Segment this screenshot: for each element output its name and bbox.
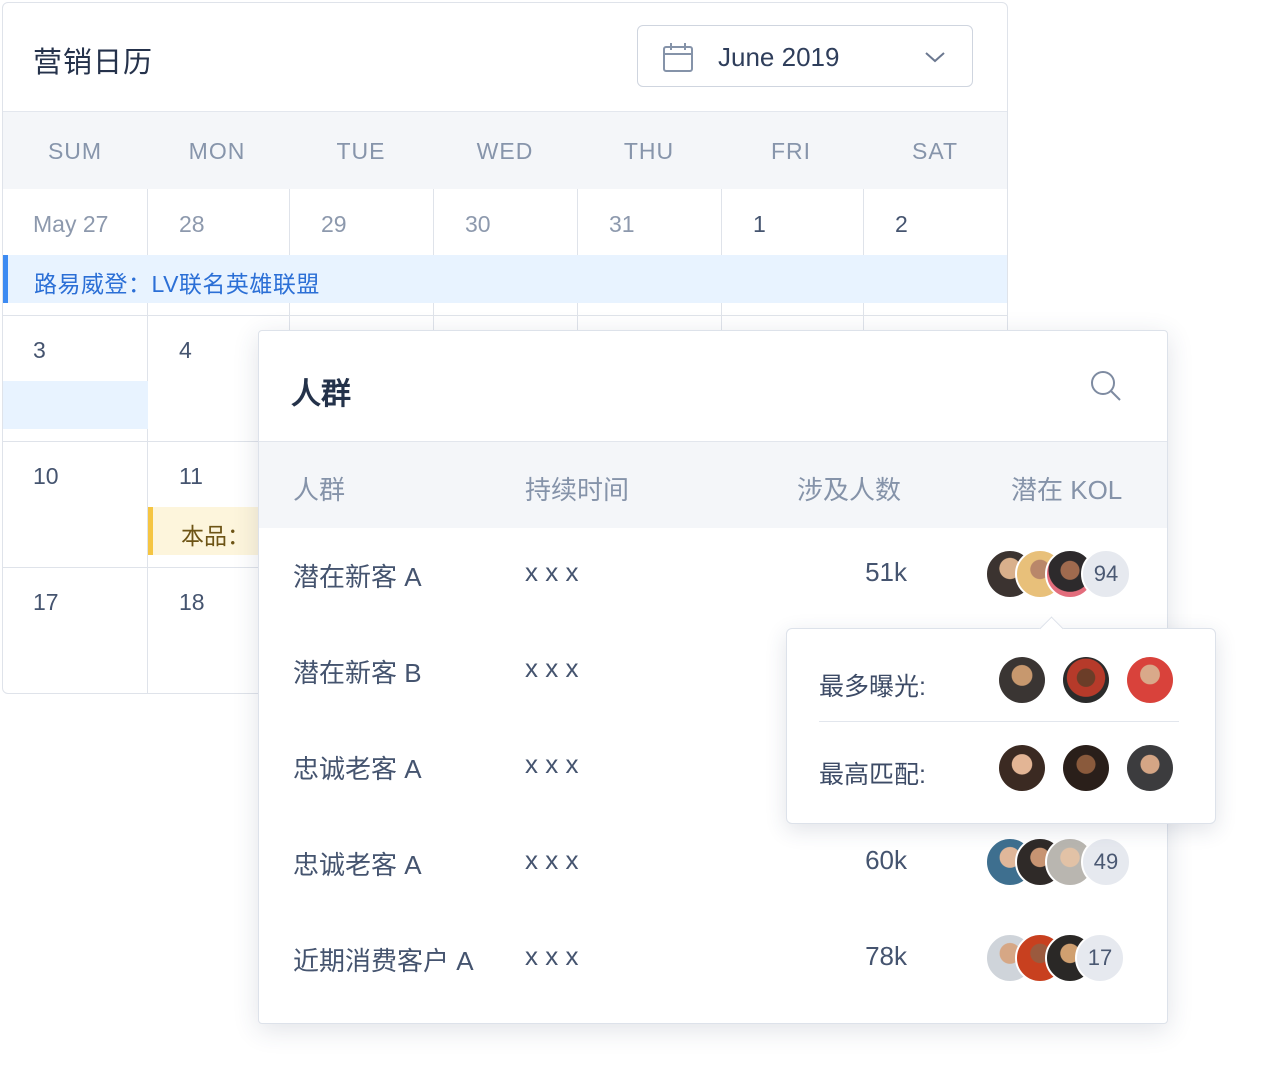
table-row[interactable]: 近期消费客户 A x x x 78k 17	[259, 911, 1167, 1007]
duration: x x x	[525, 653, 579, 683]
table-row[interactable]: 忠诚老客 A x x x 60k 49	[259, 815, 1167, 911]
calendar-event-lv[interactable]: 路易威登：LV联名英雄联盟	[3, 255, 1007, 303]
audience-count: 51k	[865, 557, 907, 587]
column-header-kol: 潜在 KOL	[1011, 475, 1123, 505]
audience-count: 60k	[865, 845, 907, 875]
column-header-count: 涉及人数	[797, 475, 902, 505]
avatar[interactable]	[1127, 745, 1173, 791]
day-cell[interactable]: 1	[753, 211, 766, 238]
table-header: 人群 持续时间 涉及人数 潜在 KOL	[259, 441, 1167, 528]
audience-name: 忠诚老客 A	[293, 850, 422, 880]
avatar[interactable]	[1063, 657, 1109, 703]
popover-divider	[819, 721, 1179, 722]
weekday-thu: THU	[623, 138, 675, 164]
avatar[interactable]	[999, 745, 1045, 791]
calendar-title: 营销日历	[33, 47, 154, 79]
day-cell[interactable]: 11	[179, 463, 203, 490]
day-cell[interactable]: 29	[321, 211, 347, 238]
event-label: 路易威登：LV联名英雄联盟	[34, 271, 320, 297]
kol-count-badge: 17	[1075, 933, 1125, 983]
day-cell[interactable]: 18	[179, 589, 205, 616]
weekday-mon: MON	[188, 138, 246, 164]
day-cell[interactable]: 10	[33, 463, 59, 490]
day-cell[interactable]: May 27	[33, 211, 108, 238]
weekday-wed: WED	[476, 138, 534, 164]
best-match-label: 最高匹配:	[819, 761, 926, 789]
avatar[interactable]	[1063, 745, 1109, 791]
panel-title: 人群	[291, 378, 351, 411]
month-picker[interactable]: June 2019	[637, 25, 973, 87]
kol-avatar-group[interactable]: 49	[985, 837, 1135, 887]
weekday-fri: FRI	[770, 138, 812, 164]
weekday-tue: TUE	[336, 138, 386, 164]
calendar-event-product[interactable]: 本品：	[148, 507, 263, 555]
kol-popover: 最多曝光: 最高匹配:	[786, 616, 1216, 824]
most-exposure-label: 最多曝光:	[819, 673, 926, 701]
day-cell[interactable]: 4	[179, 337, 192, 364]
day-cell[interactable]: 3	[33, 337, 46, 364]
column-header-duration: 持续时间	[525, 475, 630, 505]
duration: x x x	[525, 557, 579, 587]
audience-name: 忠诚老客 A	[293, 754, 422, 784]
table-row[interactable]: 潜在新客 A x x x 51k 94	[259, 527, 1167, 623]
calendar-event-continuation[interactable]	[3, 381, 148, 429]
day-cell[interactable]: 2	[895, 211, 908, 238]
month-value: June 2019	[718, 42, 840, 72]
weekday-sun: SUM	[47, 138, 103, 164]
duration: x x x	[525, 941, 579, 971]
column-header-audience: 人群	[293, 475, 346, 505]
weekday-sat: SAT	[911, 138, 959, 164]
day-cell[interactable]: 31	[609, 211, 635, 238]
calendar-icon	[663, 43, 693, 72]
audience-name: 潜在新客 A	[293, 562, 422, 592]
duration: x x x	[525, 749, 579, 779]
calendar-header: 营销日历 June 2019	[3, 3, 1007, 112]
chevron-down-icon	[925, 52, 945, 63]
kol-avatar-group[interactable]: 94	[985, 549, 1135, 599]
kol-avatar-group[interactable]: 17	[985, 933, 1135, 983]
avatar[interactable]	[999, 657, 1045, 703]
avatar[interactable]	[1127, 657, 1173, 703]
audience-name: 近期消费客户 A	[293, 946, 474, 976]
event-label: 本品：	[181, 523, 250, 549]
duration: x x x	[525, 845, 579, 875]
kol-count-badge: 49	[1081, 837, 1131, 887]
day-cell[interactable]: 30	[465, 211, 491, 238]
day-cell[interactable]: 28	[179, 211, 205, 238]
audience-name: 潜在新客 B	[293, 658, 422, 688]
day-cell[interactable]: 17	[33, 589, 59, 616]
kol-count-badge: 94	[1081, 549, 1131, 599]
search-icon[interactable]	[1089, 369, 1123, 403]
audience-count: 78k	[865, 941, 907, 971]
weekday-header-row: SUM MON TUE WED THU FRI SAT	[3, 112, 1007, 189]
